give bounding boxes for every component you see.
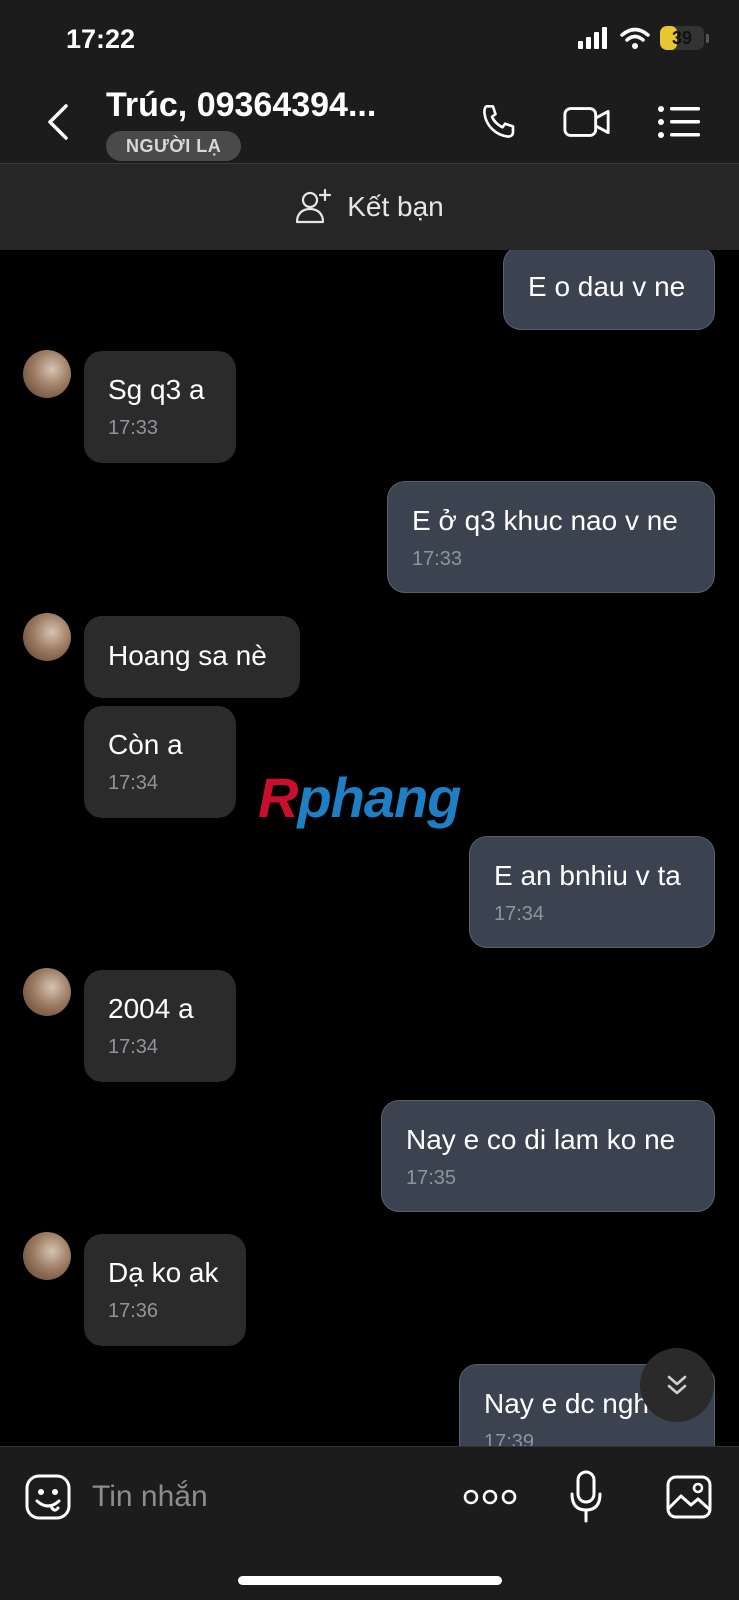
message-text: E an bnhiu v ta: [494, 860, 681, 891]
status-bar: 17:22 39: [0, 0, 739, 80]
message-text: Còn a: [108, 729, 183, 760]
status-icons: 39: [578, 26, 709, 50]
sticker-button[interactable]: [22, 1471, 74, 1523]
more-icon: [463, 1489, 517, 1505]
message-bubble[interactable]: Sg q3 a 17:33: [84, 351, 236, 463]
message-time: 17:34: [494, 903, 545, 925]
cellular-signal-icon: [578, 27, 607, 49]
message-time: 17:39: [484, 1431, 535, 1446]
microphone-icon: [570, 1470, 602, 1523]
message-text: 2004 a: [108, 993, 194, 1024]
stranger-badge: NGƯỜI LẠ: [106, 131, 242, 161]
battery-level: 39: [671, 28, 693, 48]
message-time: 17:34: [108, 1036, 159, 1058]
message-text: E ở q3 khuc nao v ne: [412, 505, 678, 536]
more-button[interactable]: [462, 1471, 518, 1523]
message-text: Nay e co di lam ko ne: [406, 1124, 676, 1155]
message-text: E o dau v ne: [528, 271, 686, 302]
voice-message-button[interactable]: [566, 1469, 606, 1525]
message-text: Hoang sa nè: [108, 640, 267, 671]
gallery-button[interactable]: [664, 1471, 714, 1523]
message-text: Dạ ko ak: [108, 1257, 219, 1288]
scroll-down-icon: [667, 1375, 687, 1395]
menu-button[interactable]: [654, 98, 704, 146]
contact-avatar[interactable]: [23, 1232, 71, 1280]
message-time: 17:35: [406, 1167, 457, 1189]
menu-list-icon: [658, 106, 700, 138]
add-friend-label: Kết bạn: [347, 191, 444, 222]
back-chevron-icon: [48, 104, 68, 140]
message-time: 17:33: [412, 548, 463, 570]
message-bubble[interactable]: Còn a 17:34: [84, 706, 236, 818]
message-text: Sg q3 a: [108, 374, 205, 405]
message-input[interactable]: Tin nhắn: [92, 1475, 432, 1519]
phone-icon: [483, 104, 515, 138]
battery-indicator: 39: [660, 26, 709, 50]
message-time: 17:34: [108, 772, 159, 794]
status-time: 17:22: [66, 24, 136, 54]
video-call-button[interactable]: [562, 98, 612, 146]
add-friend-button[interactable]: Kết bạn: [0, 164, 739, 250]
home-indicator[interactable]: [238, 1576, 502, 1585]
voice-call-button[interactable]: [474, 98, 524, 146]
gallery-icon: [666, 1475, 712, 1519]
watermark-logo: Rphang: [258, 765, 461, 830]
add-friend-icon: [296, 188, 332, 224]
message-bubble[interactable]: E an bnhiu v ta 17:34: [469, 836, 715, 948]
message-list[interactable]: E o dau v ne Sg q3 a 17:33 E ở q3 khuc n…: [0, 250, 739, 1446]
scroll-to-bottom-button[interactable]: [640, 1348, 714, 1422]
message-bubble[interactable]: E ở q3 khuc nao v ne 17:33: [387, 481, 715, 593]
sticker-icon: [25, 1474, 71, 1520]
back-button[interactable]: [40, 100, 80, 144]
message-bubble[interactable]: Hoang sa nè: [84, 616, 300, 698]
contact-avatar[interactable]: [23, 968, 71, 1016]
wifi-icon: [620, 27, 650, 49]
message-bubble[interactable]: Dạ ko ak 17:36: [84, 1234, 246, 1346]
contact-avatar[interactable]: [23, 350, 71, 398]
watermark-part1: R: [258, 766, 298, 829]
contact-avatar[interactable]: [23, 613, 71, 661]
message-time: 17:33: [108, 417, 159, 439]
message-bubble[interactable]: Nay e co di lam ko ne 17:35: [381, 1100, 715, 1212]
video-call-icon: [563, 107, 610, 137]
chat-header: Trúc, 09364394... NGƯỜI LẠ: [0, 80, 739, 164]
message-time: 17:36: [108, 1300, 159, 1322]
watermark-part2: phang: [297, 766, 461, 829]
message-bubble[interactable]: 2004 a 17:34: [84, 970, 236, 1082]
contact-name[interactable]: Trúc, 09364394...: [106, 86, 376, 125]
message-bubble[interactable]: E o dau v ne: [503, 250, 715, 330]
